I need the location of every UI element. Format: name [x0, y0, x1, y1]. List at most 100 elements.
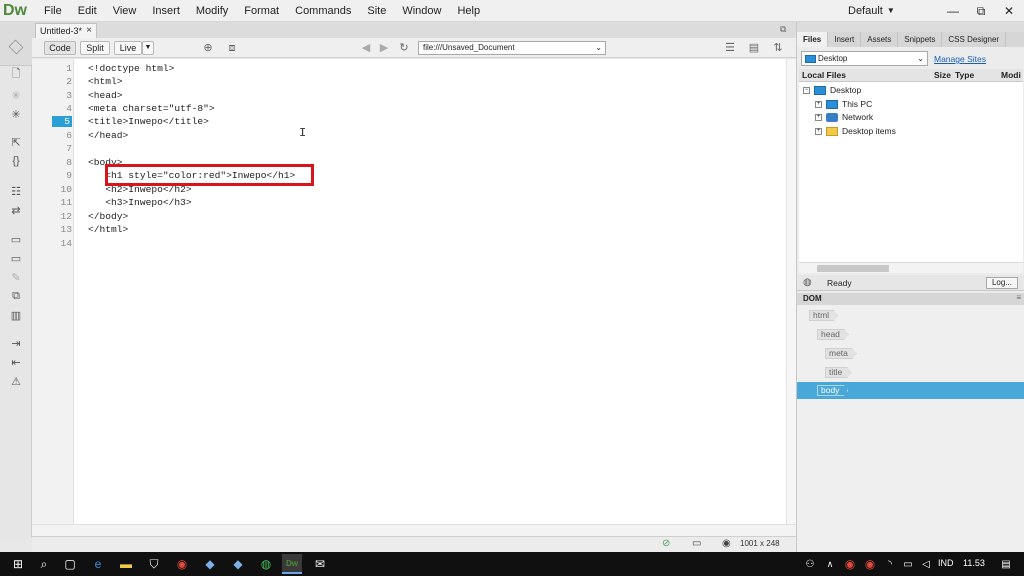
tab-files[interactable]: Files — [797, 32, 829, 47]
remove-comment-icon[interactable]: ▭ — [7, 250, 25, 266]
restore-button[interactable]: ⧉ — [968, 0, 994, 22]
outdent-icon[interactable]: ⇤ — [7, 354, 25, 370]
column-size[interactable]: Size — [931, 69, 951, 82]
dom-node-title[interactable]: title — [825, 367, 852, 378]
expand-icon[interactable]: + — [815, 100, 822, 108]
minimize-button[interactable]: — — [940, 0, 966, 22]
collapse-tag-icon[interactable]: ✳ — [7, 87, 25, 103]
app-icon[interactable]: ◆ — [228, 554, 248, 574]
tree-item-desktop-items[interactable]: + Desktop items — [815, 125, 896, 137]
scrollbar-thumb[interactable] — [817, 265, 889, 272]
menu-modify[interactable]: Modify — [188, 0, 236, 22]
no-errors-icon[interactable]: ⊘ — [662, 538, 670, 549]
people-icon[interactable]: ⚇ — [800, 554, 820, 574]
menu-site[interactable]: Site — [359, 0, 394, 22]
menu-window[interactable]: Window — [394, 0, 449, 22]
panel-menu-icon[interactable]: ≡ — [1016, 293, 1021, 302]
dom-node-html[interactable]: html — [809, 310, 839, 321]
globe-icon[interactable]: ◍ — [803, 277, 812, 288]
menu-view[interactable]: View — [105, 0, 145, 22]
menu-file[interactable]: File — [36, 0, 70, 22]
preview-icon[interactable]: ◉ — [722, 538, 731, 549]
site-dropdown[interactable]: Desktop ⌄ — [801, 51, 928, 66]
move-css-icon[interactable]: ▥ — [7, 307, 25, 323]
collapse-icon[interactable]: − — [803, 86, 810, 94]
menu-commands[interactable]: Commands — [287, 0, 359, 22]
indent-icon[interactable]: ⇥ — [7, 335, 25, 351]
dom-panel-title[interactable]: DOM — [803, 294, 822, 303]
dom-node-body[interactable]: body — [817, 385, 849, 396]
tab-insert[interactable]: Insert — [828, 32, 862, 47]
windows-start-icon[interactable]: ⊞ — [8, 554, 28, 574]
tab-snippets[interactable]: Snippets — [898, 32, 943, 47]
menu-edit[interactable]: Edit — [70, 0, 105, 22]
select-parent-tag-icon[interactable]: ⇱ — [7, 134, 25, 150]
battery-icon[interactable]: ▭ — [898, 554, 918, 574]
notification-app-icon[interactable]: ◉ — [860, 554, 880, 574]
forward-arrow-icon[interactable]: ▶ — [376, 41, 392, 55]
menu-insert[interactable]: Insert — [144, 0, 188, 22]
wrap-tag-icon[interactable]: ✎ — [7, 269, 25, 285]
panel-collapse-icon[interactable]: ⧉ — [780, 24, 786, 35]
live-options-chevron-icon[interactable]: ▼ — [142, 41, 154, 55]
format-icon[interactable]: ☰ — [722, 41, 738, 55]
address-field[interactable]: file:///Unsaved_Document ⌄ — [418, 41, 606, 55]
notifications-icon[interactable]: ▤ — [996, 554, 1016, 574]
volume-icon[interactable]: ◁ — [916, 554, 936, 574]
code-editor[interactable] — [74, 59, 786, 524]
edge-browser-icon[interactable]: e — [88, 554, 108, 574]
dreamweaver-taskbar-icon[interactable]: Dw — [282, 554, 302, 574]
vertical-scrollbar[interactable] — [786, 59, 796, 524]
chevron-up-icon[interactable]: ∧ — [820, 554, 840, 574]
tab-assets[interactable]: Assets — [861, 32, 899, 47]
tree-item-desktop[interactable]: − Desktop — [803, 84, 861, 96]
wifi-icon[interactable]: ◝ — [880, 554, 900, 574]
clock[interactable]: 11.53 — [963, 558, 985, 568]
target-icon[interactable]: ⊕ — [200, 41, 216, 55]
menu-help[interactable]: Help — [449, 0, 488, 22]
search-icon[interactable]: ⌕ — [34, 554, 54, 574]
close-icon[interactable]: × — [86, 24, 92, 38]
expand-icon[interactable]: + — [815, 113, 822, 121]
log-button[interactable]: Log... — [986, 277, 1018, 289]
inspect-icon[interactable]: ⧈ — [224, 41, 240, 55]
extract-icon[interactable] — [8, 39, 24, 55]
close-window-button[interactable]: ✕ — [996, 0, 1022, 22]
dom-node-head[interactable]: head — [817, 329, 849, 340]
comment-icon[interactable]: ▭ — [7, 231, 25, 247]
workspace-switcher[interactable]: Default ▼ — [848, 0, 895, 22]
record-icon[interactable]: ◉ — [840, 554, 860, 574]
open-documents-icon[interactable]: 🗋 — [7, 66, 25, 82]
column-type[interactable]: Type — [952, 69, 974, 82]
balance-braces-icon[interactable]: {} — [7, 153, 25, 169]
chat-app-icon[interactable]: ◍ — [256, 554, 276, 574]
expand-icon[interactable]: + — [815, 127, 822, 135]
code-view-button[interactable]: Code — [44, 41, 76, 55]
file-list-scrollbar[interactable] — [799, 262, 1023, 273]
sort-icon[interactable]: ⇅ — [770, 41, 786, 55]
mail-icon[interactable]: ✉ — [310, 554, 330, 574]
app-icon[interactable]: ◆ — [200, 554, 220, 574]
dom-node-meta[interactable]: meta — [825, 348, 857, 359]
live-view-button[interactable]: Live — [114, 41, 142, 55]
tree-item-network[interactable]: + Network — [815, 111, 873, 123]
chrome-icon[interactable]: ◉ — [172, 554, 192, 574]
word-wrap-icon[interactable]: ⇄ — [7, 202, 25, 218]
task-view-icon[interactable]: ▢ — [60, 554, 80, 574]
tab-css-designer[interactable]: CSS Designer — [942, 32, 1007, 47]
desktop-size-icon[interactable]: ▭ — [692, 538, 701, 549]
refresh-icon[interactable]: ↻ — [396, 41, 412, 55]
expand-all-icon[interactable]: ✳ — [7, 106, 25, 122]
menu-format[interactable]: Format — [236, 0, 287, 22]
tree-item-this-pc[interactable]: + This PC — [815, 98, 872, 110]
format-source-icon[interactable]: ⚠ — [7, 373, 25, 389]
back-arrow-icon[interactable]: ◀ — [358, 41, 374, 55]
column-modified[interactable]: Modi — [998, 69, 1021, 82]
split-view-button[interactable]: Split — [80, 41, 110, 55]
document-tab[interactable]: Untitled-3* × — [35, 23, 97, 38]
horizontal-scrollbar[interactable] — [32, 524, 796, 536]
file-management-icon[interactable]: ▤ — [746, 41, 762, 55]
file-explorer-icon[interactable]: ▬ — [116, 554, 136, 574]
manage-sites-link[interactable]: Manage Sites — [934, 54, 986, 64]
input-language[interactable]: IND — [938, 558, 954, 568]
